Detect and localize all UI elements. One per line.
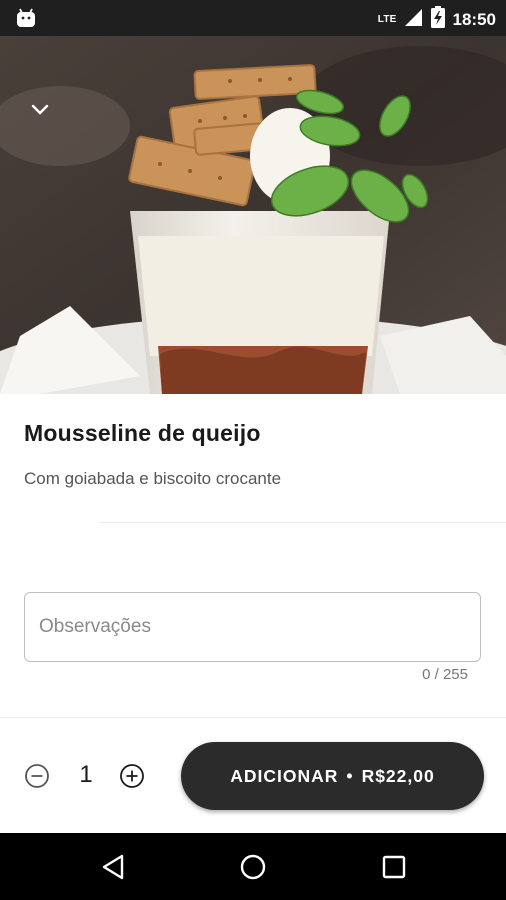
- status-bar: LTE 18:50: [0, 0, 506, 36]
- decrease-quantity-button[interactable]: [24, 763, 50, 789]
- plus-circle-icon: [120, 764, 144, 788]
- increase-quantity-button[interactable]: [119, 763, 145, 789]
- navigation-bar: [0, 833, 506, 900]
- char-counter: 0 / 255: [422, 666, 468, 683]
- status-icons: LTE 18:50: [378, 6, 496, 33]
- notes-input[interactable]: [39, 593, 459, 661]
- collapse-button[interactable]: [18, 92, 62, 128]
- product-description: Com goiabada e biscoito crocante: [24, 469, 282, 488]
- android-icon: [14, 6, 38, 30]
- minus-circle-icon: [25, 764, 49, 788]
- signal-icon: [403, 7, 423, 32]
- add-button-separator: •: [346, 765, 354, 786]
- footer-divider: [0, 717, 506, 718]
- network-type: LTE: [377, 14, 397, 25]
- notes-field[interactable]: [24, 592, 481, 662]
- product-image: [0, 36, 506, 394]
- add-button-price: R$22,00: [361, 765, 435, 786]
- add-to-cart-button[interactable]: ADICIONAR • R$22,00: [181, 742, 484, 810]
- back-triangle-icon[interactable]: [100, 853, 128, 881]
- product-title: Mousseline de queijo: [24, 420, 261, 446]
- divider: [100, 522, 506, 523]
- status-time: 18:50: [452, 9, 496, 29]
- quantity-value: 1: [79, 761, 93, 788]
- battery-charging-icon: [430, 6, 445, 33]
- add-button-label: ADICIONAR: [230, 765, 339, 786]
- recent-apps-square-icon[interactable]: [380, 853, 408, 881]
- home-circle-icon[interactable]: [239, 853, 267, 881]
- chevron-down-icon: [31, 104, 49, 115]
